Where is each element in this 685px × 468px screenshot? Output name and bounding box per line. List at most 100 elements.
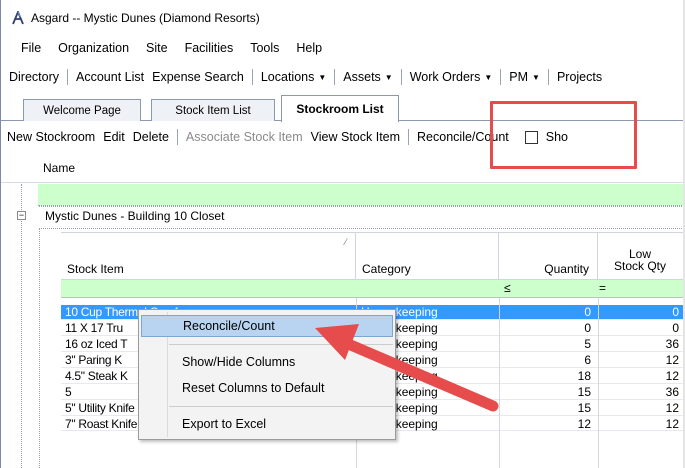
edit-button[interactable]: Edit [99,130,129,144]
cell-quantity: 15 [577,385,591,399]
cell-low-stock: 12 [665,353,679,367]
cell-low-stock: 0 [672,321,679,335]
cell-quantity: 5 [584,337,591,351]
col-quantity-label: Quantity [544,262,589,276]
menu-help[interactable]: Help [296,41,322,55]
col-low-stock-qty[interactable]: Low Stock Qty [598,233,685,281]
menu-tools[interactable]: Tools [250,41,279,55]
tab-stock-item-list[interactable]: Stock Item List [151,99,275,121]
toolbar-assets-label: Assets [343,70,381,84]
context-menu-show-hide-columns[interactable]: Show/Hide Columns [141,351,393,373]
toolbar-expense-search[interactable]: Expense Search [148,70,248,84]
show-checkbox[interactable] [524,130,538,144]
menu-file[interactable]: File [21,41,41,55]
toolbar-pm-label: PM [509,70,529,84]
context-menu-export-label: Export to Excel [182,417,267,431]
collapse-toggle-icon[interactable]: − [17,211,26,220]
application-window: Asgard -- Mystic Dunes (Diamond Resorts)… [0,0,685,468]
main-toolbar: Directory Account List Expense Search Lo… [1,64,685,90]
title-bar: Asgard -- Mystic Dunes (Diamond Resorts) [1,0,685,36]
stock-item-grid-header: Stock Item ⁄ Category Quantity Low Stock… [61,232,685,281]
tab-welcome-page[interactable]: Welcome Page [23,99,141,121]
context-menu-separator [169,344,393,345]
low-stock-filter-operator[interactable]: = [599,281,606,295]
stockroom-toolbar: New Stockroom Edit Delete Associate Stoc… [1,123,685,151]
toolbar-separator [547,69,549,85]
menu-facilities[interactable]: Facilities [185,41,234,55]
cell-quantity: 12 [577,417,591,431]
name-column-header[interactable]: Name [1,153,685,183]
sort-indicator-icon: ⁄ [345,237,347,247]
cell-quantity: 0 [584,305,591,319]
view-stock-item-button[interactable]: View Stock Item [307,130,404,144]
col-category[interactable]: Category [356,233,499,281]
column-divider [598,298,599,468]
toolbar-work-orders-label: Work Orders [409,70,481,84]
chevron-down-icon: ▼ [384,73,393,82]
delete-button[interactable]: Delete [129,130,173,144]
context-menu-show-hide-label: Show/Hide Columns [182,355,296,369]
toolbar-separator [500,69,502,85]
cell-quantity: 6 [584,353,591,367]
cell-low-stock: 36 [665,385,679,399]
tab-stockroom-list[interactable]: Stockroom List [281,95,399,122]
toolbar-account-list[interactable]: Account List [72,70,148,84]
menu-site[interactable]: Site [146,41,168,55]
tab-stock-item-list-label: Stock Item List [175,104,251,117]
toolbar-separator [400,69,402,85]
column-divider [499,298,500,468]
name-filter-row[interactable] [38,184,685,206]
associate-stock-item-button[interactable]: Associate Stock Item [182,130,307,144]
tab-strip: Welcome Page Stock Item List Stockroom L… [1,94,685,122]
tree-line [39,228,685,229]
toolbar-assets[interactable]: Assets ▼ [339,70,396,84]
context-menu-export-to-excel[interactable]: Export to Excel [141,413,393,435]
context-menu-reset-columns[interactable]: Reset Columns to Default [141,377,393,399]
menu-bar: File Organization Site Facilities Tools … [1,36,685,60]
reconcile-count-button[interactable]: Reconcile/Count [413,130,513,144]
toolbar-separator [408,129,410,145]
toolbar-pm[interactable]: PM ▼ [505,70,544,84]
context-menu-reconcile-count[interactable]: Reconcile/Count [141,315,393,337]
menu-organization[interactable]: Organization [58,41,129,55]
group-label: Mystic Dunes - Building 10 Closet [45,209,225,223]
col-quantity[interactable]: Quantity [499,233,598,281]
cell-low-stock: 0 [672,305,679,319]
cell-quantity: 18 [577,369,591,383]
chevron-down-icon: ▼ [318,73,327,82]
tree-line [39,228,40,468]
stock-item-filter-row[interactable]: ≤ = [61,280,685,298]
toolbar-locations[interactable]: Locations ▼ [257,70,330,84]
toolbar-projects[interactable]: Projects [553,70,606,84]
toolbar-directory[interactable]: Directory [5,70,63,84]
new-stockroom-button[interactable]: New Stockroom [3,130,99,144]
context-menu: Reconcile/Count Show/Hide Columns Reset … [138,309,396,440]
chevron-down-icon: ▼ [532,73,540,82]
toolbar-work-orders[interactable]: Work Orders ▼ [406,70,497,84]
toolbar-separator [334,69,336,85]
tab-welcome-page-label: Welcome Page [43,104,121,117]
col-category-label: Category [362,262,411,276]
cell-quantity: 15 [577,401,591,415]
name-column-header-label: Name [43,160,76,175]
context-menu-reset-label: Reset Columns to Default [182,381,325,395]
toolbar-separator [176,129,178,145]
tree-line [21,184,22,468]
col-stock-item-label: Stock Item [67,262,124,276]
col-stock-item[interactable]: Stock Item ⁄ [61,233,356,281]
quantity-filter-operator[interactable]: ≤ [504,281,511,295]
tab-stockroom-list-label: Stockroom List [296,102,384,116]
window-title: Asgard -- Mystic Dunes (Diamond Resorts) [31,11,260,25]
cell-low-stock: 12 [665,369,679,383]
tree-line [39,206,685,207]
cell-low-stock: 12 [665,401,679,415]
cell-low-stock: 36 [665,337,679,351]
cell-low-stock: 12 [665,417,679,431]
context-menu-reconcile-label: Reconcile/Count [183,319,275,333]
toolbar-separator [67,69,69,85]
col-low-stock-line2: Stock Qty [613,259,666,273]
toolbar-locations-label: Locations [260,70,315,84]
context-menu-separator [169,406,393,407]
app-logo-icon [11,11,25,25]
cell-quantity: 0 [584,321,591,335]
